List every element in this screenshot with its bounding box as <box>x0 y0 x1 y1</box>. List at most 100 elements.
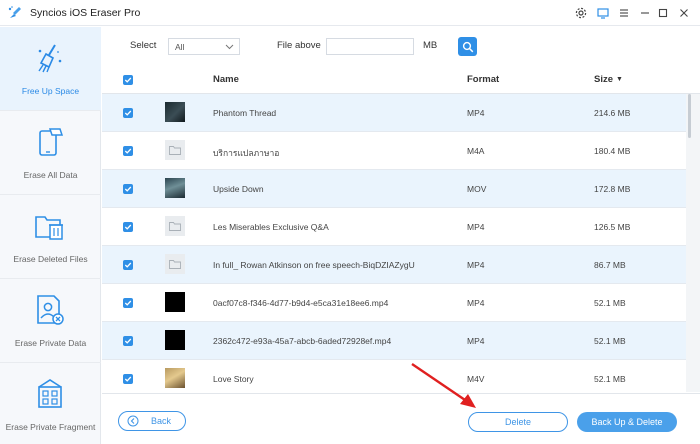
title-bar: Syncios iOS Eraser Pro <box>0 0 700 26</box>
file-name: Phantom Thread <box>213 108 277 118</box>
file-name: Les Miserables Exclusive Q&A <box>213 222 329 232</box>
table-row[interactable]: Les Miserables Exclusive Q&A MP4 126.5 MB <box>102 208 686 246</box>
file-table: Name Format Size ▼ Phantom Thread MP4 214.… <box>102 66 700 392</box>
sidebar-item-free-up-space[interactable]: Free Up Space <box>0 27 101 111</box>
phone-erase-icon <box>39 128 64 156</box>
arrow-left-icon <box>127 415 139 427</box>
file-thumbnail <box>165 178 185 198</box>
private-data-icon <box>37 295 64 325</box>
checkmark-icon <box>124 300 132 306</box>
size-unit-label: MB <box>423 40 438 51</box>
sidebar-item-erase-private-fragment[interactable]: Erase Private Fragment <box>0 363 101 444</box>
sidebar-item-label: Erase All Data <box>23 170 78 180</box>
sort-desc-icon[interactable]: ▼ <box>616 76 623 83</box>
sidebar-item-label: Erase Private Fragment <box>5 422 96 432</box>
column-header-size[interactable]: Size <box>594 74 613 85</box>
sidebar-item-label: Erase Private Data <box>14 338 87 348</box>
chevron-down-icon <box>225 44 234 50</box>
sidebar: Free Up Space Erase All Data Erase Delet… <box>0 27 101 444</box>
sidebar-item-label: Erase Deleted Files <box>13 254 88 264</box>
column-header-format[interactable]: Format <box>467 74 499 85</box>
feedback-icon[interactable] <box>596 6 610 20</box>
table-row[interactable]: Phantom Thread MP4 214.6 MB <box>102 94 686 132</box>
file-size-input[interactable] <box>326 38 414 55</box>
table-row[interactable]: 0acf07c8-f346-4d77-b9d4-e5ca31e18ee6.mp4… <box>102 284 686 322</box>
file-format: M4V <box>467 374 485 384</box>
back-button[interactable]: Back <box>118 411 186 431</box>
row-checkbox[interactable] <box>123 146 133 156</box>
checkmark-icon <box>124 376 132 382</box>
folder-trash-icon <box>35 216 63 240</box>
file-format: M4A <box>467 146 485 156</box>
row-checkbox[interactable] <box>123 184 133 194</box>
app-logo-icon <box>8 6 21 18</box>
settings-icon[interactable] <box>574 6 588 20</box>
file-size: 172.8 MB <box>594 184 631 194</box>
file-size: 126.5 MB <box>594 222 631 232</box>
menu-icon[interactable] <box>617 6 631 20</box>
scrollbar-thumb[interactable] <box>688 94 691 138</box>
file-thumbnail <box>165 368 185 388</box>
file-size: 86.7 MB <box>594 260 626 270</box>
minimize-icon[interactable] <box>638 6 652 20</box>
table-row[interactable]: In full_ Rowan Atkinson on free speech-B… <box>102 246 686 284</box>
row-checkbox[interactable] <box>123 222 133 232</box>
row-checkbox[interactable] <box>123 260 133 270</box>
file-size: 52.1 MB <box>594 374 626 384</box>
file-format: MOV <box>467 184 487 194</box>
file-name: In full_ Rowan Atkinson on free speech-B… <box>213 260 415 270</box>
table-row[interactable]: บริการแปลภาษาอ M4A 180.4 MB <box>102 132 686 170</box>
back-button-label: Back <box>151 416 172 426</box>
table-row[interactable]: Love Story M4V 52.1 MB <box>102 360 686 392</box>
select-value: All <box>175 42 185 52</box>
file-size: 52.1 MB <box>594 298 626 308</box>
maximize-icon[interactable] <box>656 6 670 20</box>
file-size: 180.4 MB <box>594 146 631 156</box>
file-thumbnail <box>165 292 185 312</box>
select-label: Select <box>130 40 157 51</box>
row-checkbox[interactable] <box>123 374 133 384</box>
sidebar-item-erase-all-data[interactable]: Erase All Data <box>0 111 101 195</box>
file-name: บริการแปลภาษาอ <box>213 148 280 158</box>
scrollbar-track[interactable] <box>686 94 700 392</box>
search-icon <box>462 41 473 52</box>
file-format: MP4 <box>467 108 485 118</box>
search-button[interactable] <box>458 37 477 56</box>
table-header: Name Format Size ▼ <box>102 66 700 94</box>
checkmark-icon <box>124 262 132 268</box>
file-placeholder-icon <box>165 140 185 160</box>
sidebar-item-erase-deleted-files[interactable]: Erase Deleted Files <box>0 195 101 279</box>
delete-button[interactable]: Delete <box>468 412 568 432</box>
checkmark-icon <box>124 110 132 116</box>
row-checkbox[interactable] <box>123 108 133 118</box>
file-format: MP4 <box>467 260 485 270</box>
filter-toolbar: Select All File above MB <box>102 27 700 65</box>
broom-icon <box>38 44 62 73</box>
column-header-name[interactable]: Name <box>213 74 239 85</box>
app-title: Syncios iOS Eraser Pro <box>30 7 141 19</box>
file-format: MP4 <box>467 222 485 232</box>
sidebar-item-erase-private-data[interactable]: Erase Private Data <box>0 279 101 363</box>
file-name: Upside Down <box>213 184 264 194</box>
file-placeholder-icon <box>165 216 185 236</box>
file-format: MP4 <box>467 336 485 346</box>
table-row[interactable]: Upside Down MOV 172.8 MB <box>102 170 686 208</box>
backup-and-delete-button[interactable]: Back Up & Delete <box>577 412 677 432</box>
close-icon[interactable] <box>677 6 691 20</box>
sidebar-item-label: Free Up Space <box>21 86 80 96</box>
row-checkbox[interactable] <box>123 298 133 308</box>
checkmark-icon <box>124 338 132 344</box>
checkmark-icon <box>124 77 132 83</box>
file-name: 2362c472-e93a-45a7-abcb-6aded72928ef.mp4 <box>213 336 392 346</box>
table-row[interactable]: 2362c472-e93a-45a7-abcb-6aded72928ef.mp4… <box>102 322 686 360</box>
file-thumbnail <box>165 102 185 122</box>
file-size: 214.6 MB <box>594 108 631 118</box>
file-above-label: File above <box>277 40 321 51</box>
checkmark-icon <box>124 186 132 192</box>
file-name: Love Story <box>213 374 254 384</box>
select-all-checkbox[interactable] <box>123 75 133 85</box>
file-thumbnail <box>165 330 185 350</box>
row-checkbox[interactable] <box>123 336 133 346</box>
file-format: MP4 <box>467 298 485 308</box>
select-dropdown[interactable]: All <box>168 38 240 55</box>
